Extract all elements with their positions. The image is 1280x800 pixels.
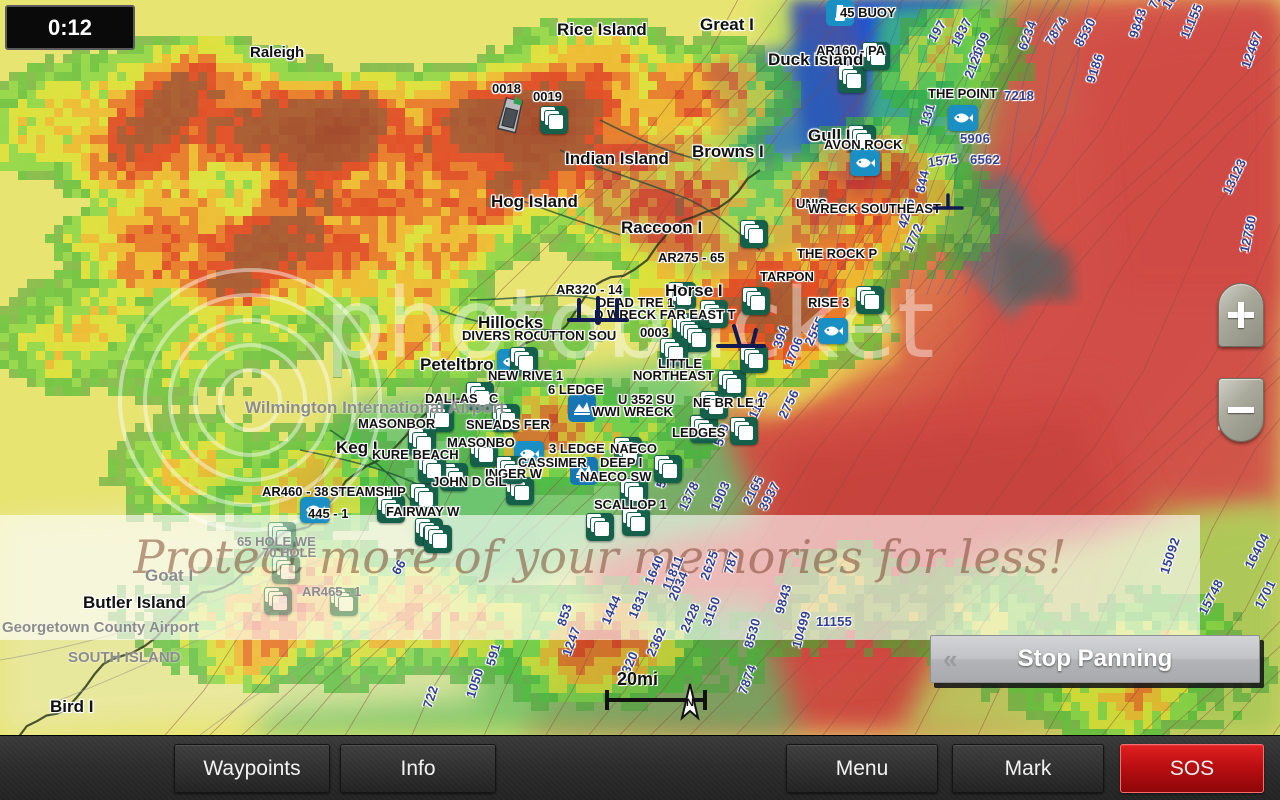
sos-button-label: SOS [1169, 756, 1215, 780]
map-place-label: Raccoon I [621, 218, 703, 237]
map-place-label: TARPON [760, 269, 814, 284]
sos-button[interactable]: SOS [1120, 744, 1264, 793]
map-place-label: THE ROCK P [797, 246, 878, 261]
map-place-label: 70 HOLE [262, 545, 317, 560]
map-place-label: Rice Island [557, 20, 647, 39]
bottom-toolbar: 04:37PM Waypoints Info Home Menu [0, 735, 1280, 800]
map-place-label: 3 LEDGE [549, 441, 605, 456]
map-place-label: Hog Island [491, 192, 578, 211]
map-place-label: Butler Island [83, 593, 186, 612]
map-place-label: MASONBOR [358, 416, 436, 431]
waypoints-button-label: Waypoints [203, 756, 301, 780]
map-place-label: 0003 [640, 325, 669, 340]
map-place-label: NAECO SW [580, 469, 652, 484]
map-place-label: Raleigh [250, 44, 305, 61]
scale-bar-cap-left [605, 690, 609, 710]
map-place-label: THE POINT [928, 86, 998, 101]
vessel-icon [496, 95, 524, 134]
wreck-symbol-icon [932, 193, 964, 210]
map-place-label: SCALLOP 1 [594, 497, 667, 512]
map-place-label: 445 - 1 [308, 506, 349, 521]
timer-badge: 0:12 [5, 5, 135, 50]
info-button-label: Info [400, 756, 436, 780]
map-place-label: Wilmington International Airport [245, 398, 505, 417]
plus-icon-v [1238, 302, 1244, 328]
collapse-chevron-icon: « [943, 644, 958, 674]
map-place-label: AR275 - 65 [658, 250, 725, 265]
waypoints-button[interactable]: Waypoints [174, 744, 330, 793]
map-place-label: DIVERS ROC [462, 328, 543, 343]
zoom-in-button[interactable] [1218, 283, 1264, 347]
map-place-label: WWI WRECK [592, 404, 673, 419]
menu-button[interactable]: Menu [786, 744, 938, 793]
map-place-label: JOHN D GIL [432, 474, 507, 489]
map-place-label: AVON ROCK [824, 137, 903, 152]
map-place-label: LEDGES [672, 425, 726, 440]
map-place-label: KURE BEACH [372, 447, 459, 462]
map-place-label: AR460 - 38 [262, 484, 329, 499]
map-place-label: Browns I [692, 142, 764, 161]
scale-bar-label: 20mi [617, 669, 659, 689]
map-place-label: SOUTH ISLAND [68, 649, 181, 666]
minus-icon [1228, 407, 1254, 413]
wreck-symbol-icon [716, 324, 766, 348]
map-place-label: Georgetown County Airport [2, 619, 199, 636]
chartplotter-screen: photobucket Protect more of your memorie… [0, 0, 1280, 800]
timer-value: 0:12 [47, 14, 93, 40]
wreck-symbol-icon [567, 296, 629, 325]
north-arrow-icon: N [680, 683, 700, 721]
scale-bar-cap-right [703, 690, 707, 710]
place-label-layer: Raleigh Rice Island Great I Duck Island AR16… [0, 0, 1280, 735]
map-place-label: RISE 3 [808, 295, 850, 310]
map-place-label: 0019 [533, 89, 562, 104]
map-place-label: DEEP I [600, 455, 643, 470]
map-place-label: AR160 - PA [816, 43, 886, 58]
stop-panning-label: Stop Panning [1017, 645, 1173, 672]
map-place-label: FAIRWAY W [386, 504, 460, 519]
map-place-label: Peteltbro [420, 355, 494, 374]
info-button[interactable]: Info [340, 744, 496, 793]
map-place-label: 6 LEDGE [548, 382, 604, 397]
stop-panning-button[interactable]: « Stop Panning [930, 635, 1260, 683]
map-place-label: WRECK SOUTHEAST [808, 201, 941, 216]
map-place-label: NORTHEAST [633, 368, 714, 383]
map-place-label: AR465 - 1 [302, 584, 362, 599]
map-place-label: NE BR LE 1 [693, 395, 765, 410]
chart-map[interactable]: photobucket Protect more of your memorie… [0, 0, 1280, 735]
map-place-label: Indian Island [565, 149, 669, 168]
mark-button[interactable]: Mark [952, 744, 1104, 793]
map-place-label: SNEADS FER [466, 417, 550, 432]
map-place-label: Goat I [145, 566, 194, 585]
map-place-label: Bird I [50, 697, 94, 716]
mark-button-label: Mark [1004, 756, 1052, 780]
map-place-label: NEW RIVE 1 [488, 368, 564, 383]
map-place-label: 45 BUOY [840, 5, 896, 20]
map-place-label: NAECO [610, 441, 657, 456]
map-place-label: MASONBO [447, 435, 515, 450]
map-place-label: STEAMSHIP [330, 484, 406, 499]
zoom-out-button[interactable] [1218, 378, 1264, 442]
map-place-label: Great I [700, 15, 754, 34]
menu-button-label: Menu [835, 756, 889, 780]
